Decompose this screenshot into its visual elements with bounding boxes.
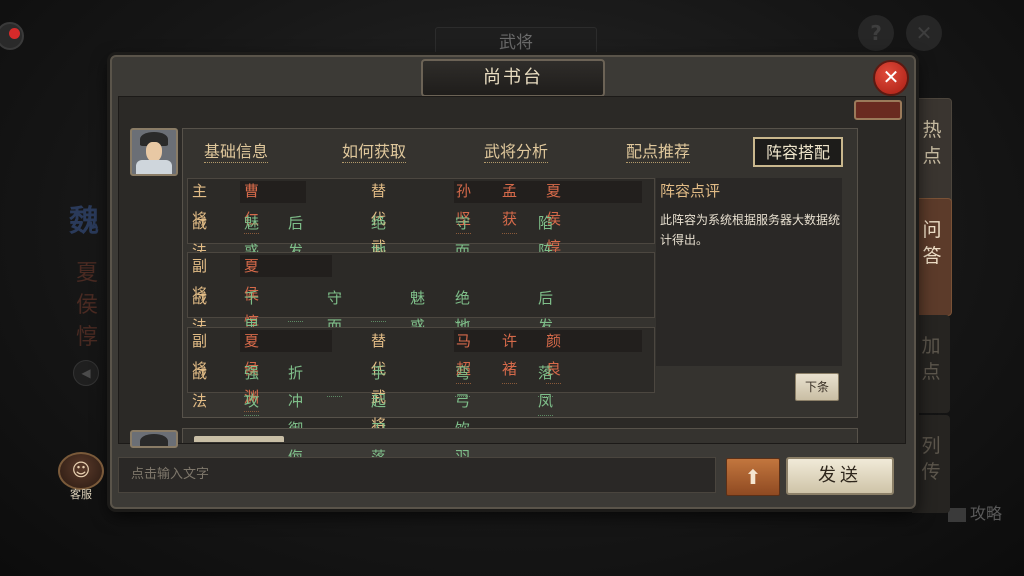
review-text: 此阵容为系统根据服务器大数据统计得出。 (660, 213, 841, 247)
customer-service-button[interactable]: ☺ 客服 (57, 452, 105, 502)
alternate-name[interactable]: 许褚 (502, 327, 518, 384)
tab-point-recommendation[interactable]: 配点推荐 (618, 137, 698, 167)
background-close-icon[interactable]: ✕ (906, 15, 942, 51)
guide-icon (948, 507, 966, 522)
guide-link-label: 攻略 (970, 504, 1003, 523)
skills-label: 战法 (192, 364, 208, 410)
customer-service-label: 客服 (70, 488, 92, 501)
tab-basic-info[interactable]: 基础信息 (196, 137, 276, 167)
background-general-name: 夏侯惇 (75, 261, 98, 350)
help-icon[interactable]: ? (858, 15, 894, 51)
decorative-chip (854, 100, 902, 120)
tab-lineup[interactable]: 阵容搭配 (753, 137, 843, 167)
send-button[interactable]: 发送 (786, 457, 894, 495)
side-tab-hot[interactable]: 热点 (912, 98, 952, 206)
close-icon[interactable]: ✕ (873, 60, 909, 96)
next-entry-avatar[interactable] (130, 430, 178, 448)
tab-label: 配点推荐 (625, 142, 690, 163)
side-tab-biography[interactable]: 列传 (912, 415, 950, 513)
up-arrow-icon[interactable]: ⬆ (726, 458, 780, 496)
next-button[interactable]: 下条 (795, 373, 839, 401)
next-entry-tab (194, 436, 284, 442)
skill-name[interactable]: 手起刀落 (371, 359, 387, 472)
review-box (656, 178, 842, 366)
review-title: 阵容点评 (660, 182, 721, 200)
general-avatar[interactable] (130, 128, 178, 176)
skill-name[interactable]: 折冲御侮 (288, 359, 304, 472)
tab-general-analysis[interactable]: 武将分析 (476, 137, 556, 167)
tab-label: 如何获取 (341, 142, 406, 163)
background-left-arrow-icon[interactable]: ◀ (73, 360, 99, 386)
dialog-title: 尚书台 (421, 59, 605, 97)
tab-how-to-obtain[interactable]: 如何获取 (334, 137, 414, 167)
side-tab-qa[interactable]: 问答 (912, 198, 952, 316)
side-tab-points[interactable]: 加点 (912, 315, 950, 413)
alternate-name[interactable]: 孟获 (502, 177, 518, 234)
tab-label: 武将分析 (483, 142, 548, 163)
skill-name[interactable]: 落凤 (538, 359, 554, 416)
skill-name[interactable]: 弯弓饮羽 (455, 359, 471, 472)
tab-label: 基础信息 (203, 142, 268, 163)
customer-service-icon: ☺ (58, 452, 104, 490)
notification-dot (9, 28, 20, 39)
skill-name[interactable]: 强攻 (244, 359, 260, 416)
chat-input[interactable]: 点击输入文字 (118, 457, 716, 493)
guide-link[interactable]: 攻略 (948, 500, 1002, 524)
